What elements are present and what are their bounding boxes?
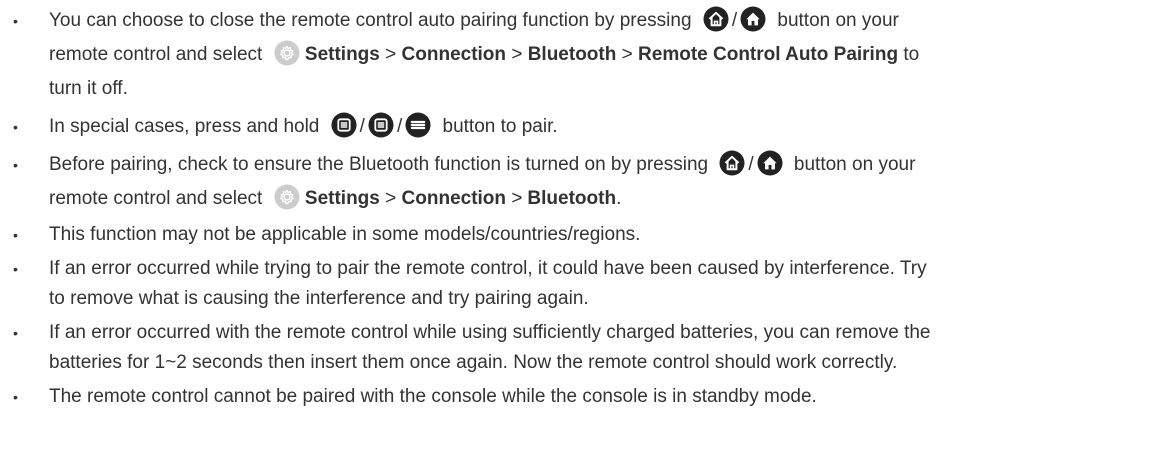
home-icon — [703, 6, 729, 32]
settings-gear-icon — [274, 40, 300, 66]
text-line: If an error occurred while trying to pai… — [49, 258, 927, 279]
note-text: The remote control cannot be paired with… — [49, 386, 817, 407]
menu-path-bluetooth: Bluetooth — [527, 44, 617, 65]
note-text: This function may not be applicable in s… — [49, 224, 641, 245]
note-applicability: • This function may not be applicable in… — [0, 220, 1163, 250]
menu-icon — [368, 112, 394, 138]
menu-path-connection: Connection — [401, 44, 507, 65]
bullet: • — [13, 389, 18, 405]
note-text: button to pair. — [442, 116, 558, 137]
bullet: • — [13, 157, 18, 173]
note-text: button on your — [793, 154, 916, 175]
settings-gear-icon — [274, 184, 300, 210]
menu-path-remote-control-auto-pairing: Remote Control Auto Pairing — [638, 44, 899, 65]
separator: > — [511, 44, 523, 65]
slash: / — [731, 10, 738, 31]
note-text: turn it off. — [49, 78, 128, 99]
text-line: to remove what is causing the interferen… — [49, 288, 589, 309]
note-batteries: • If an error occurred with the remote c… — [0, 318, 1163, 378]
text-line: In special cases, press and hold / / butt… — [49, 110, 1143, 144]
slash: / — [359, 116, 365, 137]
bullet: • — [13, 261, 18, 277]
menu-icon — [331, 112, 357, 138]
bullet: • — [13, 325, 18, 341]
text-line: Before pairing, check to ensure the Blue… — [49, 148, 1143, 182]
note-before-pairing: • Before pairing, check to ensure the Bl… — [0, 148, 1163, 216]
slash: / — [396, 116, 403, 137]
separator: > — [385, 44, 397, 65]
note-text: In special cases, press and hold — [49, 116, 320, 137]
home-icon — [719, 150, 745, 176]
text-line: remote control and select Settings > Con… — [49, 182, 1143, 216]
menu-icon — [405, 112, 431, 138]
separator: > — [621, 44, 633, 65]
text-line: batteries for 1~2 seconds then insert th… — [49, 352, 898, 373]
bullet: • — [13, 227, 18, 243]
text-line: turn it off. — [49, 72, 1143, 106]
note-standby: • The remote control cannot be paired wi… — [0, 382, 1163, 412]
note-text: to — [903, 44, 920, 65]
note-text: Before pairing, check to ensure the Blue… — [49, 154, 709, 175]
menu-path-bluetooth: Bluetooth — [527, 188, 617, 209]
text-line: remote control and select Settings > Con… — [49, 38, 1143, 72]
text-line: You can choose to close the remote contr… — [49, 4, 1143, 38]
separator: > — [511, 188, 523, 209]
note-text: button on your — [777, 10, 899, 31]
menu-path-settings: Settings — [304, 44, 380, 65]
period: . — [616, 188, 622, 209]
slash: / — [748, 154, 754, 175]
menu-path-settings: Settings — [304, 188, 380, 209]
text-line: If an error occurred with the remote con… — [49, 322, 931, 343]
note-special-cases: • In special cases, press and hold / / bu… — [0, 110, 1163, 144]
notes-list: • You can choose to close the remote con… — [0, 4, 1163, 412]
home-icon — [757, 150, 783, 176]
separator: > — [385, 188, 397, 209]
note-auto-pairing: • You can choose to close the remote con… — [0, 4, 1163, 106]
menu-path-connection: Connection — [401, 188, 507, 209]
home-icon — [740, 6, 766, 32]
note-text: You can choose to close the remote contr… — [49, 10, 692, 31]
note-text: remote control and select — [49, 188, 263, 209]
note-interference: • If an error occurred while trying to p… — [0, 254, 1163, 314]
bullet: • — [13, 119, 18, 135]
note-text: remote control and select — [49, 44, 263, 65]
bullet: • — [13, 13, 18, 29]
